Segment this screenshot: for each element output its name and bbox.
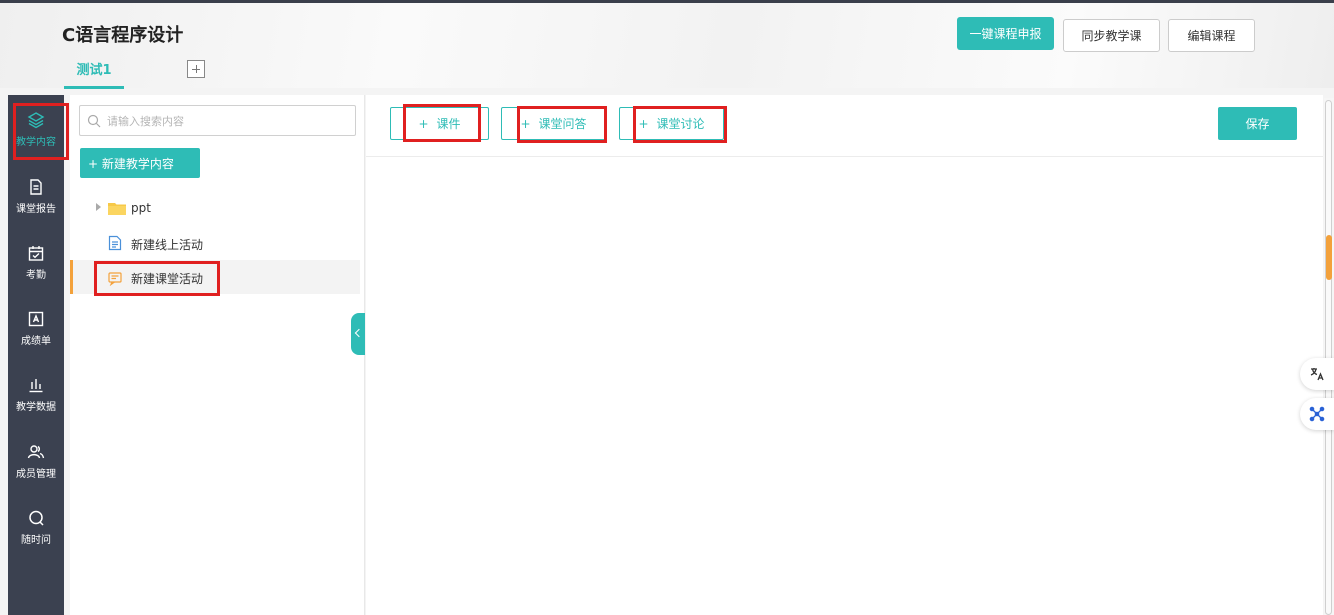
nav-label: 成员管理 xyxy=(16,469,56,480)
annotation-highlight-box xyxy=(633,106,727,143)
course-header: C语言程序设计 测试1 一键课程申报 同步教学课 编辑课程 xyxy=(0,3,1334,89)
grade-icon xyxy=(28,311,44,327)
main-editor-panel: + 课件 + 课堂问答 + 课堂讨论 保存 xyxy=(366,95,1323,615)
nav-label: 考勤 xyxy=(26,270,46,281)
sync-course-button[interactable]: 同步教学课 xyxy=(1063,19,1160,52)
editor-toolbar: + 课件 + 课堂问答 + 课堂讨论 保存 xyxy=(366,95,1323,157)
annotation-highlight-box xyxy=(517,106,607,143)
calendar-check-icon xyxy=(28,246,44,261)
edit-course-button[interactable]: 编辑课程 xyxy=(1168,19,1255,52)
network-icon xyxy=(1309,406,1325,422)
annotation-highlight-box xyxy=(403,104,481,142)
nav-item-ask-anytime[interactable]: 随时问 xyxy=(8,501,64,557)
collapse-panel-handle[interactable] xyxy=(351,313,365,355)
translate-icon xyxy=(1310,368,1324,381)
search-icon xyxy=(87,114,101,128)
nav-label: 随时问 xyxy=(21,535,51,546)
nav-item-class-report[interactable]: 课堂报告 xyxy=(8,170,64,226)
tree-item-ppt-folder[interactable]: ppt xyxy=(70,191,360,225)
nav-label: 教学数据 xyxy=(16,402,56,413)
annotation-highlight-box xyxy=(94,261,220,296)
ai-assistant-button[interactable] xyxy=(1300,398,1334,430)
translate-tool-button[interactable] xyxy=(1300,358,1334,390)
tree-item-label: 新建线上活动 xyxy=(131,238,204,252)
search-input[interactable] xyxy=(107,111,347,131)
tab-test1[interactable]: 测试1 xyxy=(64,59,124,89)
nav-label: 课堂报告 xyxy=(16,204,56,215)
search-box xyxy=(79,105,356,136)
left-nav: 教学内容 课堂报告 考勤 成绩单 教学数据 成员管理 随时问 xyxy=(8,95,69,615)
folder-icon xyxy=(108,203,126,215)
save-button[interactable]: 保存 xyxy=(1218,107,1297,140)
document-icon xyxy=(108,235,122,251)
nav-item-members[interactable]: 成员管理 xyxy=(8,435,64,491)
report-icon xyxy=(30,179,42,195)
nav-item-teaching-data[interactable]: 教学数据 xyxy=(8,368,64,424)
members-icon xyxy=(27,445,45,459)
expand-caret-icon[interactable] xyxy=(96,203,101,211)
add-tab-icon[interactable] xyxy=(187,60,205,78)
nav-item-attendance[interactable]: 考勤 xyxy=(8,236,64,292)
annotation-highlight-box xyxy=(13,103,69,160)
tree-item-label: ppt xyxy=(131,201,151,215)
bar-chart-icon xyxy=(29,379,43,393)
course-title: C语言程序设计 xyxy=(62,25,184,46)
tree-item-online-activity[interactable]: 新建线上活动 xyxy=(70,226,360,260)
scroll-position-marker xyxy=(1326,235,1332,280)
nav-label: 成绩单 xyxy=(21,336,51,347)
content-tree-panel: + 新建教学内容 ppt 新建线上活动 新建课堂活动 xyxy=(70,95,365,615)
nav-item-grades[interactable]: 成绩单 xyxy=(8,302,64,358)
one-click-report-button[interactable]: 一键课程申报 xyxy=(957,17,1054,50)
new-teaching-content-button[interactable]: + 新建教学内容 xyxy=(80,148,200,178)
chat-icon xyxy=(29,510,44,526)
